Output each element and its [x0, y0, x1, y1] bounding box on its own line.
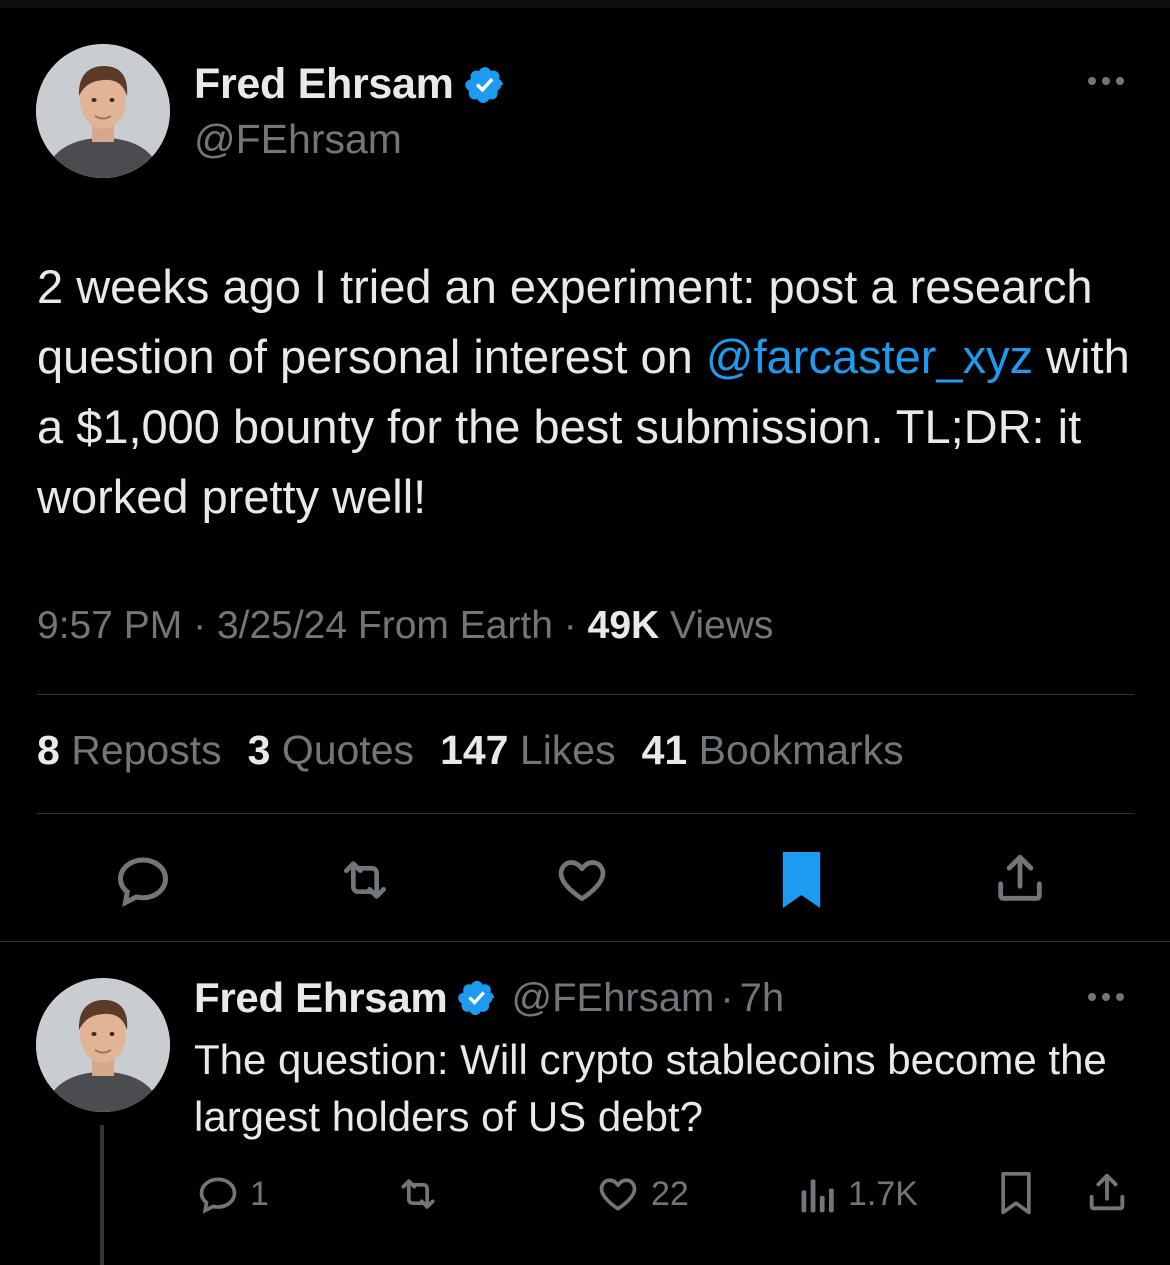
divider [37, 813, 1134, 814]
reply-icon [117, 857, 169, 907]
share-button[interactable] [991, 850, 1049, 908]
reply-bookmark-button[interactable] [998, 1172, 1034, 1216]
views-icon [801, 1179, 834, 1213]
reposts-count: 8 [37, 727, 60, 773]
reply-share-button[interactable] [1084, 1170, 1130, 1216]
verified-badge-icon [464, 66, 503, 103]
share-icon [1089, 1173, 1125, 1211]
tweet-time[interactable]: 9:57 PM [37, 604, 182, 647]
reply-author-name[interactable]: Fred Ehrsam [194, 974, 448, 1022]
reply-icon [199, 1177, 237, 1214]
more-icon[interactable] [1088, 993, 1124, 1001]
reply-button[interactable] [113, 850, 173, 910]
reply-author-avatar[interactable] [36, 978, 170, 1112]
heart-icon [558, 860, 606, 901]
views-count: 49K [587, 604, 660, 647]
tweet-meta: 9:57 PM · 3/25/24 From Earth · 49K Views [37, 604, 773, 648]
thread-line [100, 1125, 104, 1265]
mention-link[interactable]: @farcaster_xyz [706, 330, 1033, 383]
repost-icon [401, 1179, 435, 1209]
bookmarks-count: 41 [641, 727, 688, 773]
share-icon [998, 854, 1042, 901]
reposts-stat[interactable]: 8 Reposts [37, 727, 222, 774]
divider [37, 694, 1134, 695]
author-name[interactable]: Fred Ehrsam [194, 60, 454, 109]
bookmark-icon [1001, 1172, 1031, 1215]
quotes-stat[interactable]: 3 Quotes [248, 727, 414, 774]
meta-separator: · [563, 604, 577, 647]
engagement-stats: 8 Reposts 3 Quotes 147 Likes 41 Bookmark… [37, 727, 904, 774]
reply-count: 1 [250, 1174, 269, 1213]
reply-separator: · [720, 975, 734, 1020]
quotes-label: Quotes [281, 727, 415, 773]
reply-text: The question: Will crypto stablecoins be… [194, 1036, 1107, 1140]
tweet-text: 2 weeks ago I tried an experiment: post … [37, 252, 1137, 532]
views-count: 1.7K [848, 1174, 918, 1213]
verified-badge-icon [458, 980, 495, 1016]
views-label: Views [670, 604, 774, 647]
like-count: 22 [651, 1174, 689, 1213]
author-avatar[interactable] [36, 44, 170, 178]
reply-reply-button[interactable]: 1 [196, 1172, 269, 1216]
reply-like-button[interactable]: 22 [595, 1172, 689, 1216]
tweet-location: From Earth [357, 604, 553, 647]
like-button[interactable] [552, 852, 612, 908]
bookmark-icon [782, 852, 821, 908]
reply-author-row: Fred Ehrsam @FEhrsam · 7h [194, 974, 784, 1022]
more-icon[interactable] [1088, 77, 1124, 85]
meta-separator: · [193, 604, 207, 647]
top-strip [0, 0, 1170, 8]
reposts-label: Reposts [71, 727, 222, 773]
reply-time[interactable]: 7h [740, 976, 785, 1021]
quotes-count: 3 [247, 727, 271, 773]
likes-stat[interactable]: 147 Likes [440, 727, 616, 774]
likes-label: Likes [519, 727, 616, 773]
reply-views-button[interactable]: 1.7K [798, 1172, 918, 1216]
divider [0, 941, 1170, 942]
bookmarks-label: Bookmarks [698, 727, 904, 773]
tweet-date[interactable]: 3/25/24 [217, 604, 347, 647]
reply-author-handle[interactable]: @FEhrsam [511, 976, 714, 1021]
bookmark-button[interactable] [779, 852, 824, 908]
heart-icon [599, 1178, 637, 1211]
repost-button[interactable] [334, 852, 396, 908]
likes-count: 147 [440, 727, 509, 773]
author-handle[interactable]: @FEhrsam [194, 116, 402, 163]
author-name-row: Fred Ehrsam [194, 60, 506, 109]
repost-icon [344, 861, 386, 899]
reply-repost-button[interactable] [394, 1172, 442, 1216]
bookmarks-stat[interactable]: 41 Bookmarks [642, 727, 904, 774]
